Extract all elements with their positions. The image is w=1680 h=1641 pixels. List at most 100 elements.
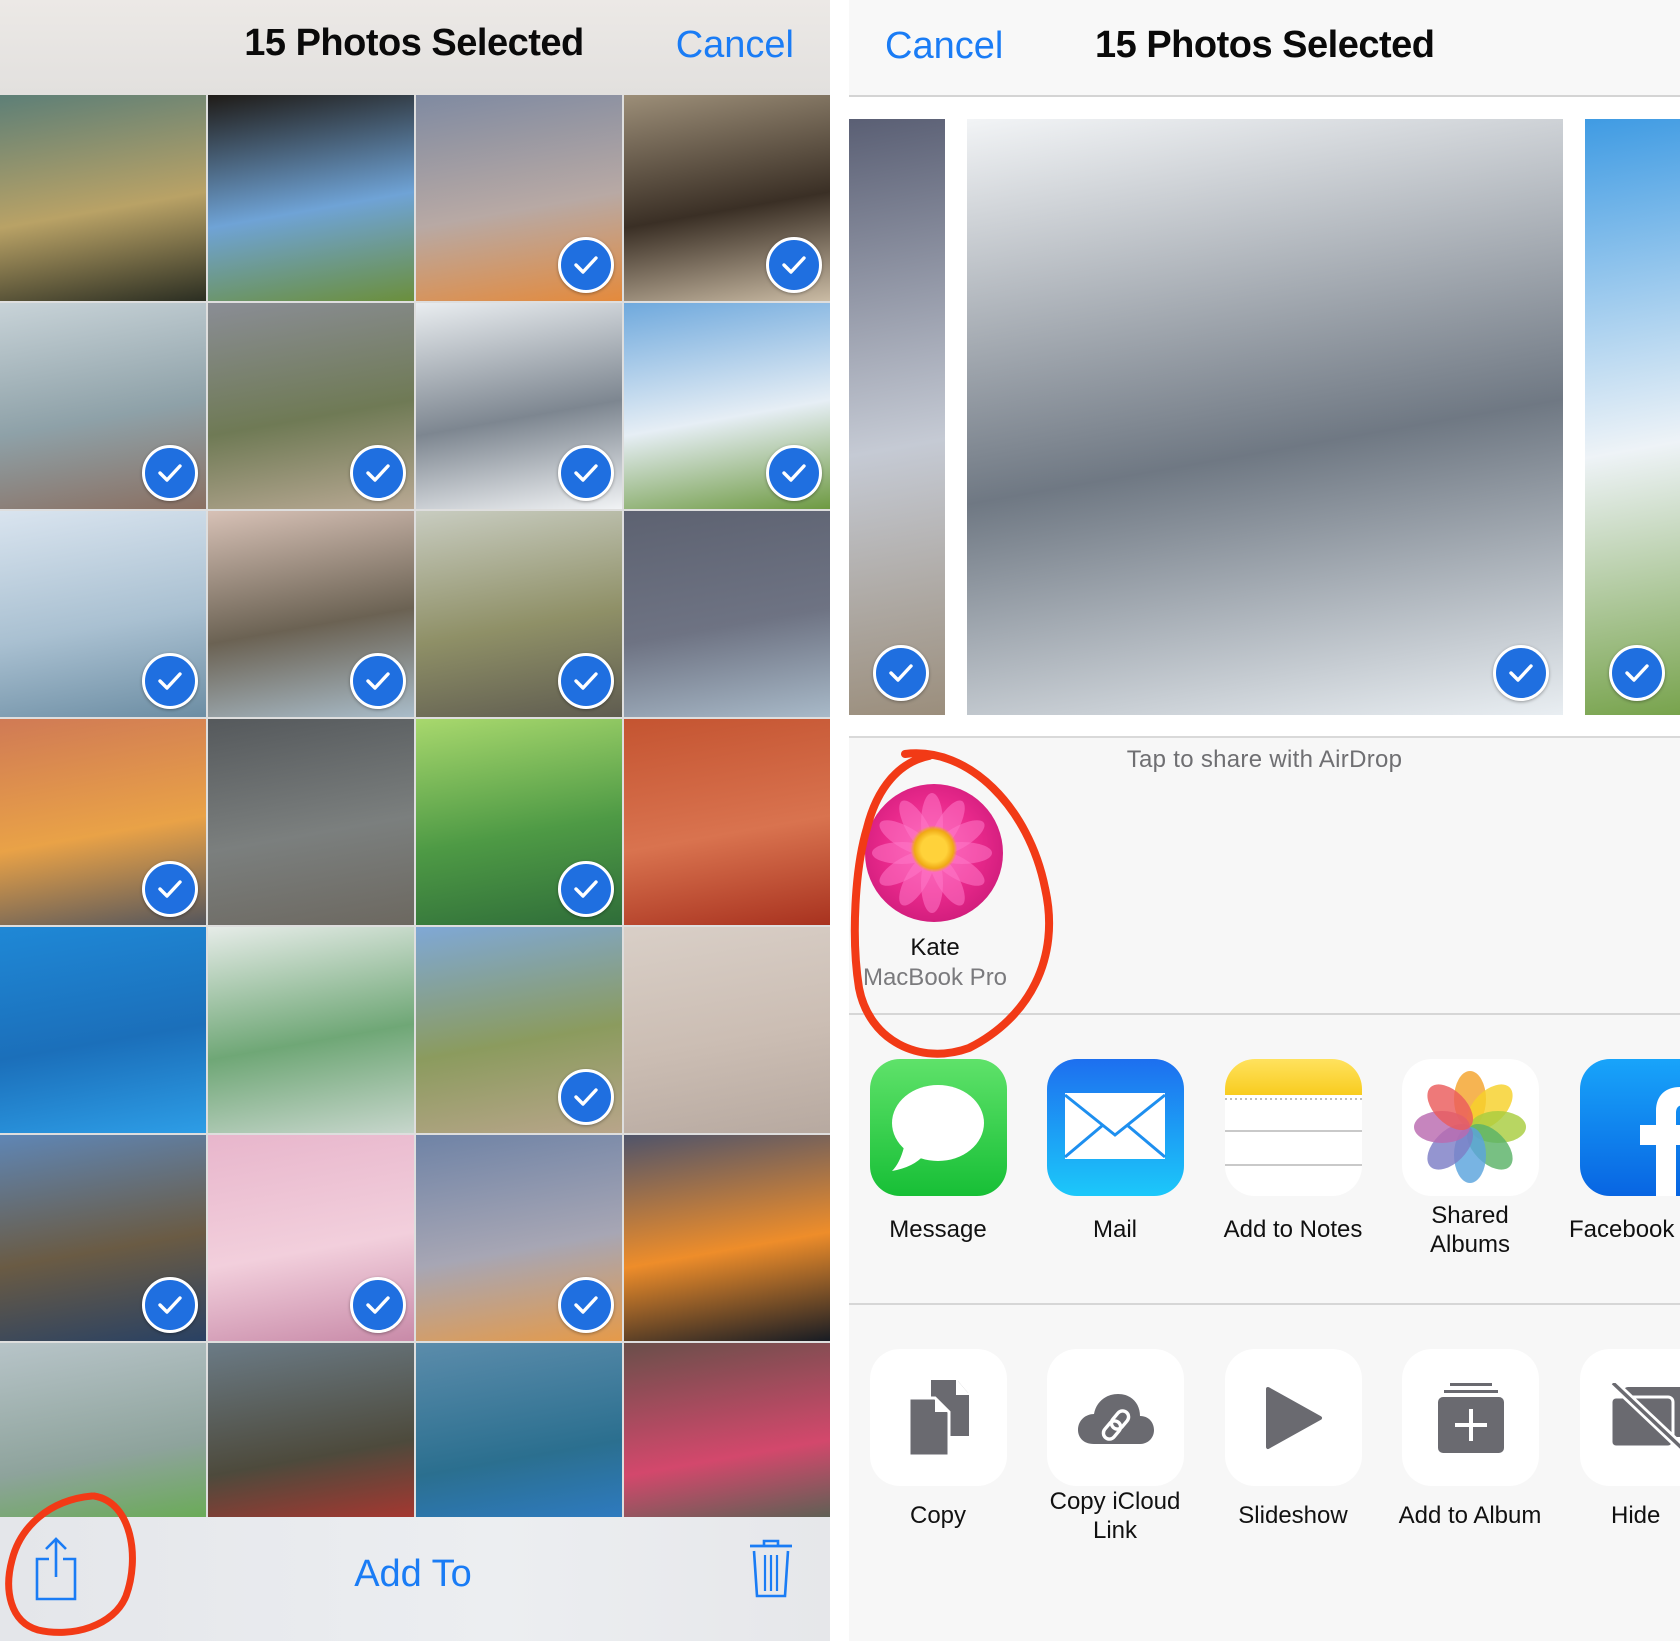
photo-thumbnail[interactable] xyxy=(0,719,206,925)
checkmark-icon xyxy=(782,464,806,482)
selected-check-badge xyxy=(142,653,198,709)
checkmark-icon xyxy=(574,1296,598,1314)
bottom-toolbar: Add To xyxy=(0,1517,830,1641)
photo-image xyxy=(624,927,830,1133)
selected-check-badge xyxy=(558,1277,614,1333)
navigation-bar: 15 Photos Selected Cancel xyxy=(0,0,830,95)
photo-thumbnail[interactable] xyxy=(416,1135,622,1341)
airdrop-device-name: Kate xyxy=(910,934,960,961)
photo-thumbnail[interactable] xyxy=(416,95,622,301)
photo-thumbnail[interactable] xyxy=(416,511,622,717)
selected-check-badge xyxy=(350,445,406,501)
share-app-label: Message xyxy=(889,1216,987,1243)
checkmark-icon xyxy=(158,672,182,690)
share-app-facebook[interactable]: Facebook xyxy=(1555,1015,1680,1295)
delete-button[interactable] xyxy=(748,1539,794,1599)
photo-image xyxy=(1585,119,1680,715)
photo-thumbnail[interactable] xyxy=(0,95,206,301)
photo-thumbnail[interactable] xyxy=(208,95,414,301)
add-to-album-icon xyxy=(1402,1349,1539,1486)
selected-check-badge xyxy=(558,445,614,501)
add-to-label: Add To xyxy=(354,1553,472,1595)
mail-icon xyxy=(1047,1059,1184,1196)
share-sheet-header: Cancel 15 Photos Selected xyxy=(849,0,1680,97)
checkmark-icon xyxy=(574,1088,598,1106)
share-sheet-title: 15 Photos Selected xyxy=(1095,24,1435,66)
share-action-label: Copy iCloud Link xyxy=(1049,1488,1181,1544)
photo-thumbnail[interactable] xyxy=(624,95,830,301)
cancel-button[interactable]: Cancel xyxy=(676,24,794,67)
trash-icon xyxy=(750,1539,792,1598)
photo-image xyxy=(624,719,830,925)
carousel-photo[interactable] xyxy=(1585,119,1680,715)
messages-icon xyxy=(870,1059,1007,1196)
carousel-photo[interactable] xyxy=(849,119,945,715)
facebook-icon xyxy=(1580,1059,1680,1196)
photo-thumbnail[interactable] xyxy=(0,303,206,509)
share-app-message[interactable]: Message xyxy=(849,1015,1023,1295)
share-action-slideshow[interactable]: Slideshow xyxy=(1200,1307,1378,1627)
checkmark-icon xyxy=(158,464,182,482)
selected-check-badge xyxy=(142,1277,198,1333)
selected-check-badge xyxy=(142,861,198,917)
flower-center xyxy=(911,826,957,872)
carousel-photo[interactable] xyxy=(967,119,1563,715)
photo-image xyxy=(208,719,414,925)
share-action-copy-icloud-link[interactable]: Copy iCloud Link xyxy=(1022,1307,1200,1627)
checkmark-icon xyxy=(158,1296,182,1314)
airdrop-device-kate[interactable]: Kate MacBook Pro xyxy=(863,784,1007,1004)
pink-flower-avatar xyxy=(865,784,1003,922)
photo-thumbnail[interactable] xyxy=(624,303,830,509)
photo-thumbnail[interactable] xyxy=(208,303,414,509)
photo-thumbnail[interactable] xyxy=(0,511,206,717)
photo-image xyxy=(0,95,206,301)
share-sheet: Cancel 15 Photos Selected Tap to share w… xyxy=(849,0,1680,1641)
checkmark-icon xyxy=(1625,664,1649,682)
share-app-mail[interactable]: Mail xyxy=(1022,1015,1200,1295)
photo-grid xyxy=(0,95,830,1549)
share-action-add-to-album[interactable]: Add to Album xyxy=(1377,1307,1555,1627)
share-app-add-to-notes[interactable]: Add to Notes xyxy=(1200,1015,1378,1295)
share-action-copy[interactable]: Copy xyxy=(849,1307,1023,1627)
share-app-label: Mail xyxy=(1092,1216,1137,1243)
photo-carousel[interactable] xyxy=(849,97,1680,738)
photo-thumbnail[interactable] xyxy=(0,927,206,1133)
share-cancel-button[interactable]: Cancel xyxy=(885,25,1003,68)
photo-thumbnail[interactable] xyxy=(416,719,622,925)
selected-check-badge xyxy=(142,445,198,501)
photo-thumbnail[interactable] xyxy=(208,511,414,717)
share-app-shared-albums[interactable]: Shared Albums xyxy=(1377,1015,1555,1295)
selected-check-badge xyxy=(558,653,614,709)
photo-thumbnail[interactable] xyxy=(624,927,830,1133)
photo-thumbnail[interactable] xyxy=(624,511,830,717)
photo-thumbnail[interactable] xyxy=(208,719,414,925)
photo-image xyxy=(967,119,1563,715)
selected-check-badge xyxy=(558,861,614,917)
checkmark-icon xyxy=(158,880,182,898)
airdrop-device-type: MacBook Pro xyxy=(862,964,1008,991)
checkmark-icon xyxy=(366,464,390,482)
add-to-button[interactable]: Add To xyxy=(0,1553,830,1596)
photo-thumbnail[interactable] xyxy=(624,719,830,925)
checkmark-icon xyxy=(366,1296,390,1314)
share-actions-row: Copy Copy iCloud Link Slideshow Add to Album… xyxy=(849,1307,1680,1641)
share-app-label: Add to Notes xyxy=(1223,1216,1363,1243)
checkmark-icon xyxy=(574,880,598,898)
photo-thumbnail[interactable] xyxy=(0,1135,206,1341)
selected-check-badge xyxy=(558,237,614,293)
photo-thumbnail[interactable] xyxy=(416,303,622,509)
photo-thumbnail[interactable] xyxy=(208,927,414,1133)
share-action-label: Copy xyxy=(909,1502,967,1529)
photo-thumbnail[interactable] xyxy=(416,927,622,1133)
photo-thumbnail[interactable] xyxy=(624,1135,830,1341)
checkmark-icon xyxy=(366,672,390,690)
photo-thumbnail[interactable] xyxy=(208,1135,414,1341)
share-action-label: Add to Album xyxy=(1398,1502,1542,1529)
share-app-label: Facebook xyxy=(1569,1216,1675,1243)
selected-check-badge xyxy=(558,1069,614,1125)
photo-image xyxy=(0,927,206,1133)
checkmark-icon xyxy=(574,464,598,482)
selected-check-badge xyxy=(766,445,822,501)
checkmark-icon xyxy=(782,256,806,274)
share-action-hide[interactable]: Hide xyxy=(1555,1307,1680,1627)
